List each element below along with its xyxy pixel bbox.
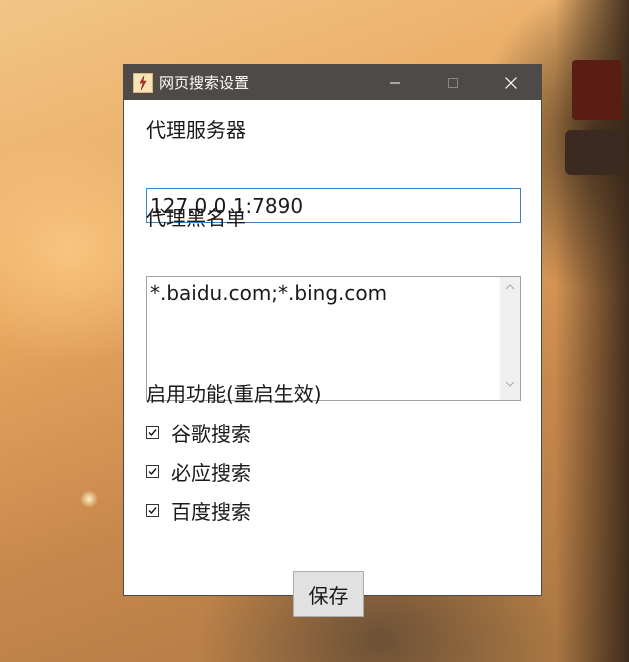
proxy-label: 代理服务器 <box>146 118 246 142</box>
blacklist-label: 代理黑名单 <box>146 206 246 230</box>
window-title: 网页搜索设置 <box>159 74 250 92</box>
background-glow <box>80 490 98 508</box>
checkbox-label: 谷歌搜索 <box>171 422 251 446</box>
close-button[interactable] <box>482 65 540 100</box>
blacklist-text: *.baidu.com;*.bing.com <box>150 281 388 305</box>
save-button[interactable]: 保存 <box>293 571 364 617</box>
background-sign <box>572 60 622 120</box>
maximize-button[interactable] <box>424 65 482 100</box>
check-icon <box>148 429 157 437</box>
checkbox-label: 必应搜索 <box>171 461 251 485</box>
title-bar[interactable]: 网页搜索设置 <box>124 65 541 100</box>
minimize-button[interactable] <box>366 65 424 100</box>
checkbox-box[interactable] <box>146 504 159 517</box>
minimize-icon <box>390 82 400 83</box>
background-panel <box>565 130 625 175</box>
maximize-icon <box>448 77 458 88</box>
chevron-down-icon[interactable] <box>505 381 515 387</box>
checkbox-label: 百度搜索 <box>171 500 251 524</box>
app-icon <box>133 72 153 93</box>
check-icon <box>148 468 157 476</box>
checkbox-bing[interactable]: 必应搜索 <box>146 457 251 486</box>
blacklist-scrollbar[interactable] <box>500 277 520 400</box>
close-icon <box>505 76 517 89</box>
checkbox-google[interactable]: 谷歌搜索 <box>146 418 251 447</box>
check-icon <box>148 507 157 515</box>
checkbox-baidu[interactable]: 百度搜索 <box>146 496 251 525</box>
settings-window: 网页搜索设置 代理服务器 代理黑名单 *.baidu.com;*.bing.co… <box>123 64 542 617</box>
features-label: 启用功能(重启生效) <box>146 382 322 406</box>
chevron-up-icon[interactable] <box>505 284 515 290</box>
checkbox-box[interactable] <box>146 426 159 439</box>
checkbox-box[interactable] <box>146 465 159 478</box>
